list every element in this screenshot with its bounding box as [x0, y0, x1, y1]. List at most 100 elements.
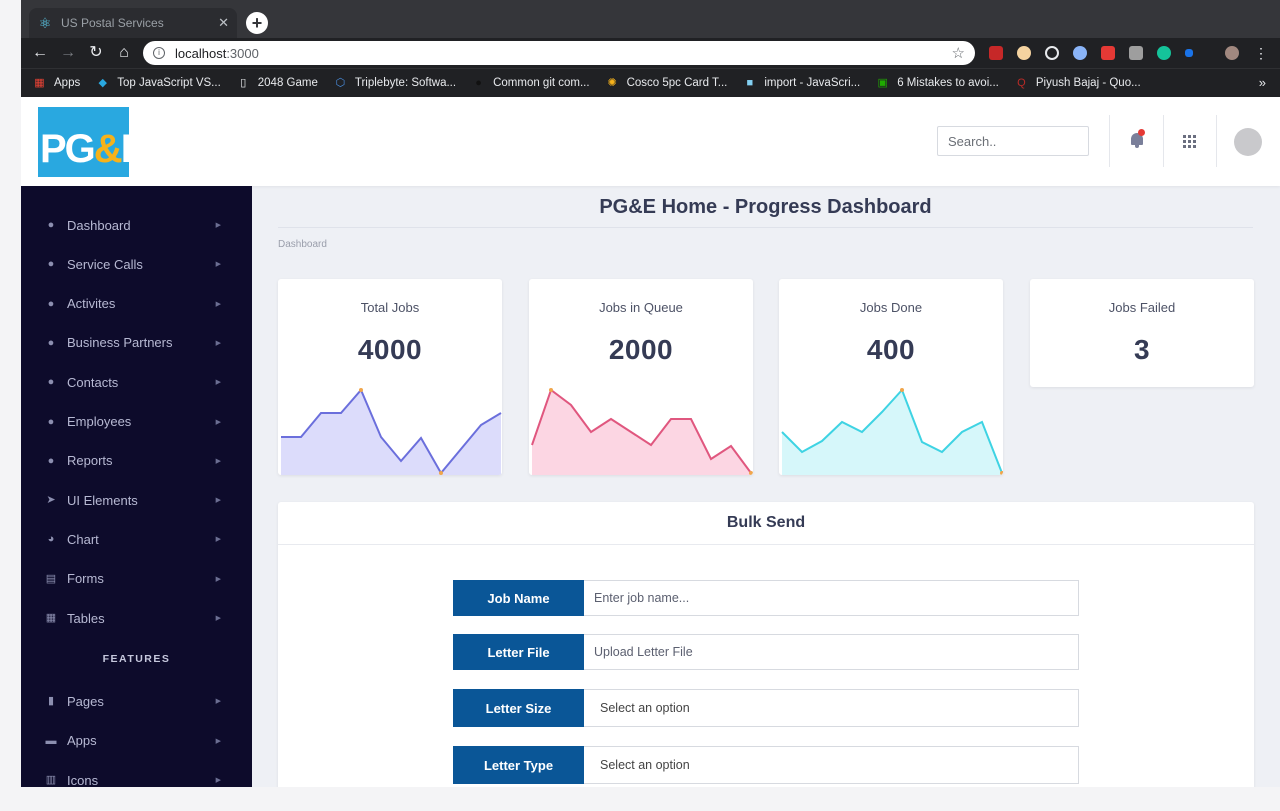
- bookmarks-bar: ▦ Apps ◆ Top JavaScript VS... ▯ 2048 Game ⬡ Tri…: [21, 68, 1280, 97]
- back-arrow-icon[interactable]: ←: [30, 43, 50, 63]
- triplebyte-icon: ⬡: [335, 76, 346, 89]
- sidebar-item-activites[interactable]: ● Activites ▶: [21, 289, 252, 319]
- bookmark-item[interactable]: ▣ 6 Mistakes to avoi...: [876, 77, 999, 90]
- new-tab-button[interactable]: +: [246, 12, 268, 34]
- sidebar-item-icons[interactable]: ▥ Icons ▶: [21, 765, 252, 788]
- bookmark-label: Piyush Bajaj - Quo...: [1035, 77, 1141, 89]
- letter-type-row: Letter Type Select an option: [453, 746, 1079, 784]
- sidebar-item-service-calls[interactable]: ● Service Calls ▶: [21, 249, 252, 279]
- sidebar-item-label: Pages: [67, 693, 104, 709]
- letter-type-select[interactable]: Select an option: [584, 746, 1079, 784]
- chevron-right-icon: ▶: [215, 777, 221, 784]
- bookmark-star-icon[interactable]: ☆: [952, 44, 965, 62]
- bulk-send-panel: Bulk Send Job Name Letter File Upload Le…: [278, 502, 1254, 787]
- browser-tab[interactable]: ⚛ US Postal Services ✕: [29, 8, 237, 38]
- sidebar-item-label: Tables: [67, 610, 105, 626]
- extension-icon[interactable]: [989, 46, 1003, 60]
- bookmark-label: Triplebyte: Softwa...: [354, 77, 457, 89]
- form-icon: ▤: [45, 572, 57, 585]
- extension-icon[interactable]: [1185, 49, 1193, 57]
- sidebar-item-label: Activites: [67, 296, 116, 312]
- bookmark-item[interactable]: ● Common git com...: [472, 77, 589, 90]
- vscode-icon: ◆: [98, 76, 107, 89]
- bookmark-item[interactable]: ■ import - JavaScri...: [743, 76, 861, 90]
- chevron-right-icon: ▶: [215, 497, 221, 505]
- react-icon: ⚛: [38, 15, 52, 31]
- letter-size-select[interactable]: Select an option: [584, 689, 1079, 727]
- reload-icon[interactable]: ↻: [86, 43, 106, 63]
- bookmark-item[interactable]: ◆ Top JavaScript VS...: [96, 76, 221, 90]
- bookmark-item[interactable]: Q Piyush Bajaj - Quo...: [1015, 77, 1141, 90]
- sidebar-item-pages[interactable]: ▮ Pages ▶: [21, 686, 252, 716]
- bell-clapper: [1135, 145, 1139, 148]
- chevron-right-icon: ▶: [215, 615, 221, 622]
- title-divider: [278, 227, 1253, 228]
- table-icon: ▦: [45, 612, 57, 624]
- sidebar-item-dashboard[interactable]: ● Dashboard ▶: [21, 210, 252, 240]
- page-title: PG&E Home - Progress Dashboard: [599, 196, 932, 218]
- chevron-right-icon: ▶: [215, 339, 221, 347]
- sidebar-item-contacts[interactable]: ● Contacts ▶: [21, 367, 252, 397]
- sidebar-item-employees[interactable]: ● Employees ▶: [21, 407, 252, 437]
- user-circle-icon: ●: [47, 219, 55, 231]
- address-bar[interactable]: i localhost:3000 ☆: [143, 41, 975, 65]
- bookmark-item[interactable]: ▯ 2048 Game: [237, 77, 318, 90]
- letter-file-row: Letter File Upload Letter File: [453, 634, 1079, 670]
- quora-icon: Q: [1017, 76, 1026, 89]
- sidebar-item-label: Contacts: [67, 374, 119, 390]
- info-icon[interactable]: i: [153, 47, 165, 59]
- extension-icon[interactable]: [1101, 46, 1115, 60]
- sidebar-item-tables[interactable]: ▦ Tables ▶: [21, 603, 252, 633]
- logo-lettering: PG&E: [40, 127, 129, 172]
- forward-arrow-icon[interactable]: →: [58, 43, 78, 63]
- url-port: :3000: [226, 45, 259, 61]
- sparkline-chart: [531, 388, 753, 475]
- job-name-input[interactable]: [584, 580, 1079, 616]
- apps-grid-icon[interactable]: [1183, 135, 1196, 148]
- stat-card-total-jobs: Total Jobs 4000: [278, 279, 502, 475]
- sidebar-item-label: Business Partners: [67, 335, 173, 351]
- bookmark-label: 6 Mistakes to avoi...: [897, 77, 999, 89]
- header-divider: [1163, 115, 1164, 167]
- stat-card-jobs-done: Jobs Done 400: [779, 279, 1003, 475]
- sparkline-low-point: [439, 471, 443, 475]
- close-icon[interactable]: ✕: [218, 15, 229, 31]
- sidebar-item-chart[interactable]: ◕ Chart ▶: [21, 524, 252, 554]
- breadcrumb[interactable]: Dashboard: [278, 239, 327, 250]
- bookmark-label: Top JavaScript VS...: [117, 77, 221, 89]
- grammarly-icon[interactable]: [1157, 46, 1171, 60]
- card-value: 400: [866, 334, 916, 365]
- pge-logo[interactable]: PG&E: [38, 107, 129, 177]
- logo-ampersand: &: [93, 127, 123, 171]
- bookmark-item[interactable]: ✺ Cosco 5pc Card T...: [606, 77, 727, 90]
- avatar[interactable]: [1234, 128, 1262, 156]
- sidebar-item-reports[interactable]: ● Reports ▶: [21, 446, 252, 476]
- sidebar-item-business-partners[interactable]: ● Business Partners ▶: [21, 328, 252, 358]
- logo-text-end: E: [121, 127, 129, 171]
- extension-icon[interactable]: [1073, 46, 1087, 60]
- extension-icon[interactable]: [1045, 46, 1059, 60]
- letter-size-label: Letter Size: [453, 689, 584, 727]
- profile-icon[interactable]: [1225, 46, 1239, 60]
- mdn-icon: ■: [746, 76, 754, 89]
- search-input[interactable]: [937, 126, 1089, 156]
- letter-file-upload[interactable]: Upload Letter File: [584, 634, 1079, 670]
- chevron-right-icon: ▶: [215, 222, 221, 229]
- header-divider: [1109, 115, 1110, 167]
- rocket-icon: ➤: [46, 494, 56, 507]
- bell-icon[interactable]: [1129, 129, 1145, 149]
- bookmarks-overflow-icon[interactable]: »: [1259, 75, 1266, 90]
- sidebar-item-apps[interactable]: ▬ Apps ▶: [21, 726, 252, 756]
- logo-text-start: PG: [40, 127, 96, 171]
- sidebar: FEATURES ● Dashboard ▶ ● Service Calls ▶ ● Acti…: [21, 186, 252, 787]
- menu-dots-icon[interactable]: ⋮: [1251, 43, 1271, 63]
- card-title: Jobs in Queue: [599, 300, 683, 315]
- bookmark-item[interactable]: ⬡ Triplebyte: Softwa...: [334, 76, 457, 90]
- sidebar-item-ui-elements[interactable]: ➤ UI Elements ▶: [21, 485, 252, 515]
- extension-icon[interactable]: [1017, 46, 1031, 60]
- sidebar-item-label: Apps: [67, 733, 97, 748]
- home-icon[interactable]: ⌂: [114, 43, 134, 63]
- sidebar-item-forms[interactable]: ▤ Forms ▶: [21, 564, 252, 594]
- bookmark-item[interactable]: ▦ Apps: [33, 77, 80, 90]
- extension-icon[interactable]: [1129, 46, 1143, 60]
